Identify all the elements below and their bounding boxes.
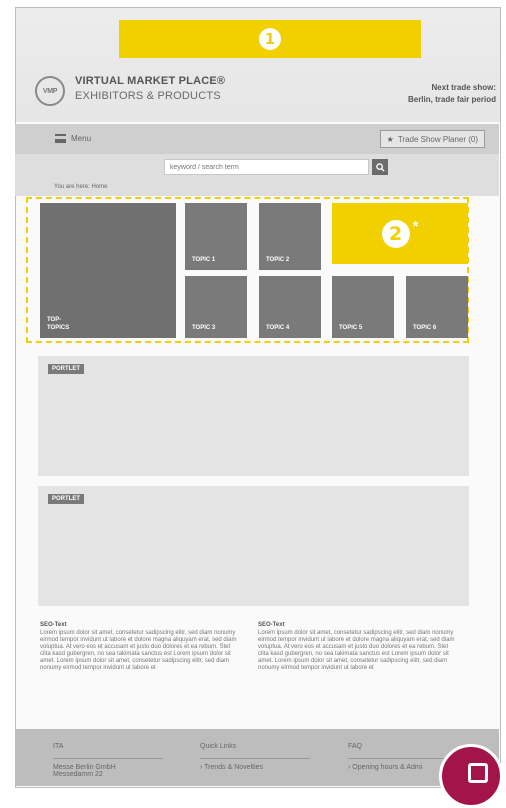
square-icon xyxy=(468,763,488,783)
footer-heading: ITA xyxy=(53,743,64,750)
footer-text: Messedamm 22 xyxy=(53,771,103,778)
divider xyxy=(348,758,458,759)
floating-action-button[interactable] xyxy=(439,744,503,808)
footer-heading: FAQ xyxy=(348,743,363,750)
divider xyxy=(53,758,163,759)
footer: ITA Messe Berlin GmbH Messedamm 22 Quick… xyxy=(15,729,499,786)
footer-text: Messe Berlin GmbH xyxy=(53,764,116,771)
footer-col-ita: ITA Messe Berlin GmbH Messedamm 22 xyxy=(53,743,163,778)
footer-link[interactable]: › Trends & Novelties xyxy=(200,764,310,771)
footer-heading: Quick Links xyxy=(200,743,237,750)
footer-layer: ITA Messe Berlin GmbH Messedamm 22 Quick… xyxy=(15,7,499,786)
divider xyxy=(200,758,310,759)
footer-col-quick-links: Quick Links › Trends & Novelties xyxy=(200,743,310,771)
